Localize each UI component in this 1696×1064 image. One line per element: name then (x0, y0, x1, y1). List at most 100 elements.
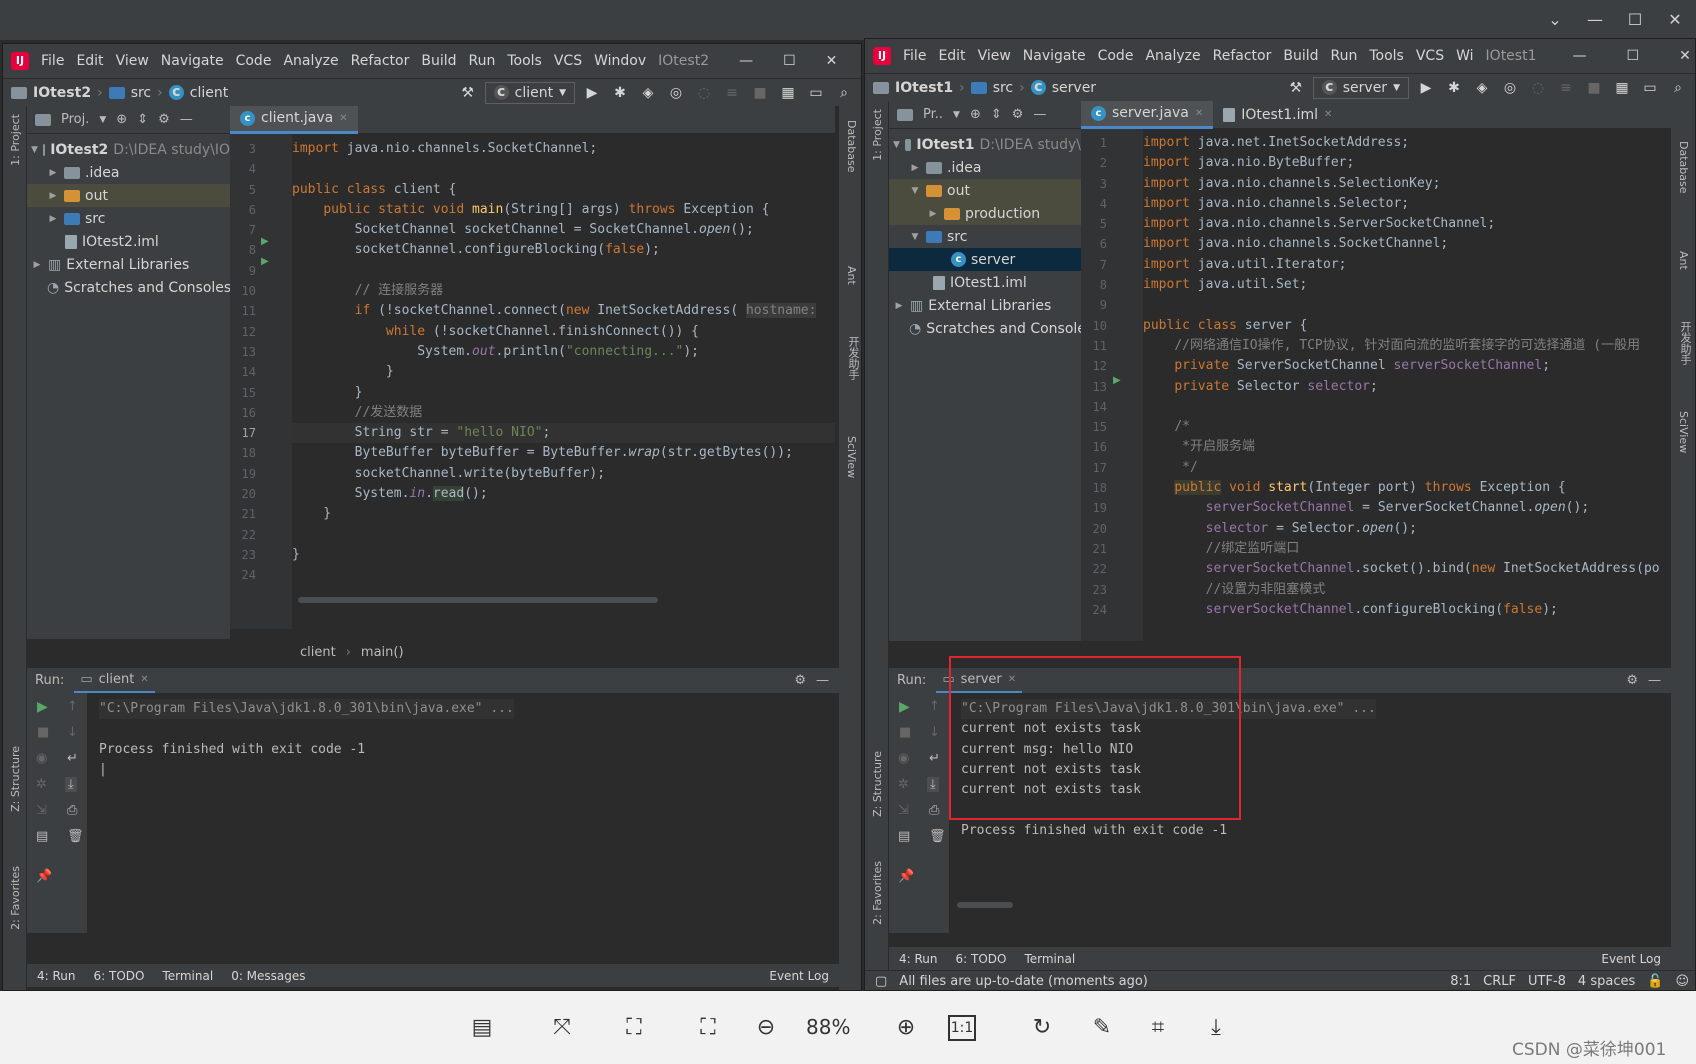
layout-icon[interactable]: ▤ (898, 829, 910, 844)
hide-icon[interactable]: — (1033, 107, 1046, 122)
close-icon[interactable]: ✕ (826, 53, 838, 69)
chevron-right-icon[interactable]: ▶ (909, 163, 921, 173)
breadcrumb-folder[interactable]: src (993, 80, 1013, 96)
presentation-icon[interactable]: ▭ (805, 85, 827, 101)
gear-icon[interactable]: ⚙ (1012, 107, 1024, 122)
tool-project[interactable]: 1: Project (871, 109, 884, 161)
left-console[interactable]: "C:\Program Files\Java\jdk1.8.0_301\bin\… (87, 693, 839, 933)
tree-item-src[interactable]: ▶ src (27, 207, 230, 230)
tool-run[interactable]: 4: Run (37, 969, 76, 983)
attach-icon[interactable]: ◌ (693, 85, 715, 101)
close-tab-icon[interactable]: ✕ (339, 113, 347, 124)
gear-icon[interactable]: ⚙ (794, 673, 806, 688)
camera-icon[interactable]: ◉ (36, 751, 47, 766)
rerun-icon[interactable]: ▶ (899, 699, 910, 715)
close-tab-icon[interactable]: ✕ (1195, 108, 1203, 119)
camera-icon[interactable]: ◉ (898, 751, 909, 766)
tree-item-project[interactable]: ▼ IOtest1 D:\IDEA study\ (889, 133, 1081, 156)
tool-structure[interactable]: Z: Structure (9, 746, 22, 812)
chevron-right-icon[interactable]: ▶ (927, 209, 939, 219)
build-icon[interactable]: ≡ (1555, 80, 1577, 96)
tree-item-scratches[interactable]: ◔ Scratches and Consoles (889, 317, 1081, 340)
chevron-right-icon[interactable]: ▶ (47, 214, 59, 224)
editor-code[interactable]: import java.net.InetSocketAddress; impor… (1143, 129, 1671, 641)
down-icon[interactable]: ↓ (929, 725, 940, 740)
close-icon[interactable]: ✕ (1679, 48, 1691, 64)
rotate-icon[interactable]: ↻ (1026, 1013, 1058, 1043)
collapse-icon[interactable]: ⇕ (137, 112, 148, 127)
collapse-icon[interactable]: ⇕ (991, 107, 1002, 122)
tab-client-java[interactable]: c client.java ✕ (230, 105, 358, 134)
scroll-to-end-icon[interactable]: ⤓ (65, 777, 77, 792)
menu-code[interactable]: Code (1098, 48, 1134, 64)
chevron-down-icon[interactable]: ▼ (909, 232, 921, 242)
pin-icon[interactable]: 📌 (36, 869, 52, 884)
lock-icon[interactable]: 🔓 (1647, 974, 1663, 989)
menu-tools[interactable]: Tools (1369, 48, 1404, 64)
file-encoding[interactable]: UTF-8 (1528, 974, 1566, 989)
tab-iotest1-iml[interactable]: IOtest1.iml ✕ (1213, 101, 1342, 129)
hide-icon[interactable]: — (1648, 673, 1661, 688)
menu-analyze[interactable]: Analyze (1145, 48, 1200, 64)
project-pane-label[interactable]: Pr.. (923, 107, 943, 122)
tree-item-src[interactable]: ▼ src (889, 225, 1081, 248)
tree-item-out[interactable]: ▶ out (27, 184, 230, 207)
run-icon[interactable]: ▶ (581, 85, 603, 101)
minimize-icon[interactable]: — (1580, 8, 1610, 32)
print-icon[interactable]: ⎙ (67, 803, 77, 818)
minimize-icon[interactable]: — (1573, 48, 1587, 64)
breadcrumb-folder[interactable]: src (131, 85, 151, 101)
chevron-down-icon[interactable]: ▼ (953, 110, 960, 120)
menu-edit[interactable]: Edit (76, 53, 103, 69)
hide-icon[interactable]: — (180, 112, 193, 127)
coverage-icon[interactable]: ◈ (1471, 80, 1493, 96)
tool-structure[interactable]: Z: Structure (871, 751, 884, 817)
stop-icon[interactable]: ■ (1583, 80, 1605, 96)
gear-icon[interactable]: ⚙ (1626, 673, 1638, 688)
print-icon[interactable]: ⎙ (929, 803, 939, 818)
maximize-icon[interactable]: ☐ (783, 53, 796, 69)
crop-icon[interactable]: ⌗ (1142, 1013, 1174, 1043)
tool-terminal[interactable]: Terminal (162, 969, 213, 983)
tool-dev-helper[interactable]: 开发助手 (845, 336, 861, 380)
tool-terminal[interactable]: Terminal (1024, 952, 1075, 966)
tool-run[interactable]: 4: Run (899, 952, 938, 966)
close-tab-icon[interactable]: ✕ (140, 674, 148, 685)
menu-build[interactable]: Build (1283, 48, 1318, 64)
menu-view[interactable]: View (978, 48, 1011, 64)
tool-messages[interactable]: 0: Messages (231, 969, 305, 983)
settings-icon[interactable]: ✲ (36, 777, 47, 792)
horizontal-scroll-thumb[interactable] (298, 597, 658, 603)
chevron-right-icon[interactable]: ▶ (47, 168, 59, 178)
build-icon[interactable]: ≡ (721, 85, 743, 101)
stop-icon[interactable]: ■ (899, 725, 911, 740)
debug-icon[interactable]: ✱ (1443, 80, 1465, 96)
chevron-right-icon[interactable]: ▶ (893, 301, 905, 311)
indent-setting[interactable]: 4 spaces (1578, 974, 1635, 989)
tab-server-java[interactable]: c server.java ✕ (1081, 100, 1214, 129)
soft-wrap-icon[interactable]: ↵ (67, 751, 78, 766)
debug-icon[interactable]: ✱ (609, 85, 631, 101)
hammer-icon[interactable]: ⚒ (1285, 80, 1307, 96)
tree-item-project[interactable]: ▼ IOtest2 D:\IDEA study\IO (27, 138, 230, 161)
trash-icon[interactable]: 🗑 (929, 829, 946, 844)
tree-item-production[interactable]: ▶ production (889, 202, 1081, 225)
menu-run[interactable]: Run (469, 53, 496, 69)
chevron-down-icon[interactable]: ▼ (31, 145, 38, 155)
menu-file[interactable]: File (903, 48, 926, 64)
menu-refactor[interactable]: Refactor (1213, 48, 1272, 64)
inspector-icon[interactable]: ☺ (1675, 974, 1689, 989)
menu-navigate[interactable]: Navigate (1023, 48, 1086, 64)
stop-icon[interactable]: ■ (37, 725, 49, 740)
chevron-right-icon[interactable]: ▶ (31, 260, 43, 270)
editor-code[interactable]: import java.nio.channels.SocketChannel; … (292, 134, 835, 629)
tree-item-external-libraries[interactable]: ▶ ▥ External Libraries (27, 253, 230, 276)
locate-icon[interactable]: ⊕ (116, 112, 127, 127)
tree-item-iml[interactable]: IOtest1.iml (889, 271, 1081, 294)
search-icon[interactable]: ⌕ (1667, 80, 1689, 96)
up-icon[interactable]: ↑ (67, 699, 78, 714)
zoom-out-icon[interactable]: ⊖ (750, 1013, 782, 1043)
search-icon[interactable]: ⌕ (833, 85, 855, 101)
tree-item-idea[interactable]: ▶ .idea (889, 156, 1081, 179)
exit-icon[interactable]: ⇲ (898, 803, 909, 818)
